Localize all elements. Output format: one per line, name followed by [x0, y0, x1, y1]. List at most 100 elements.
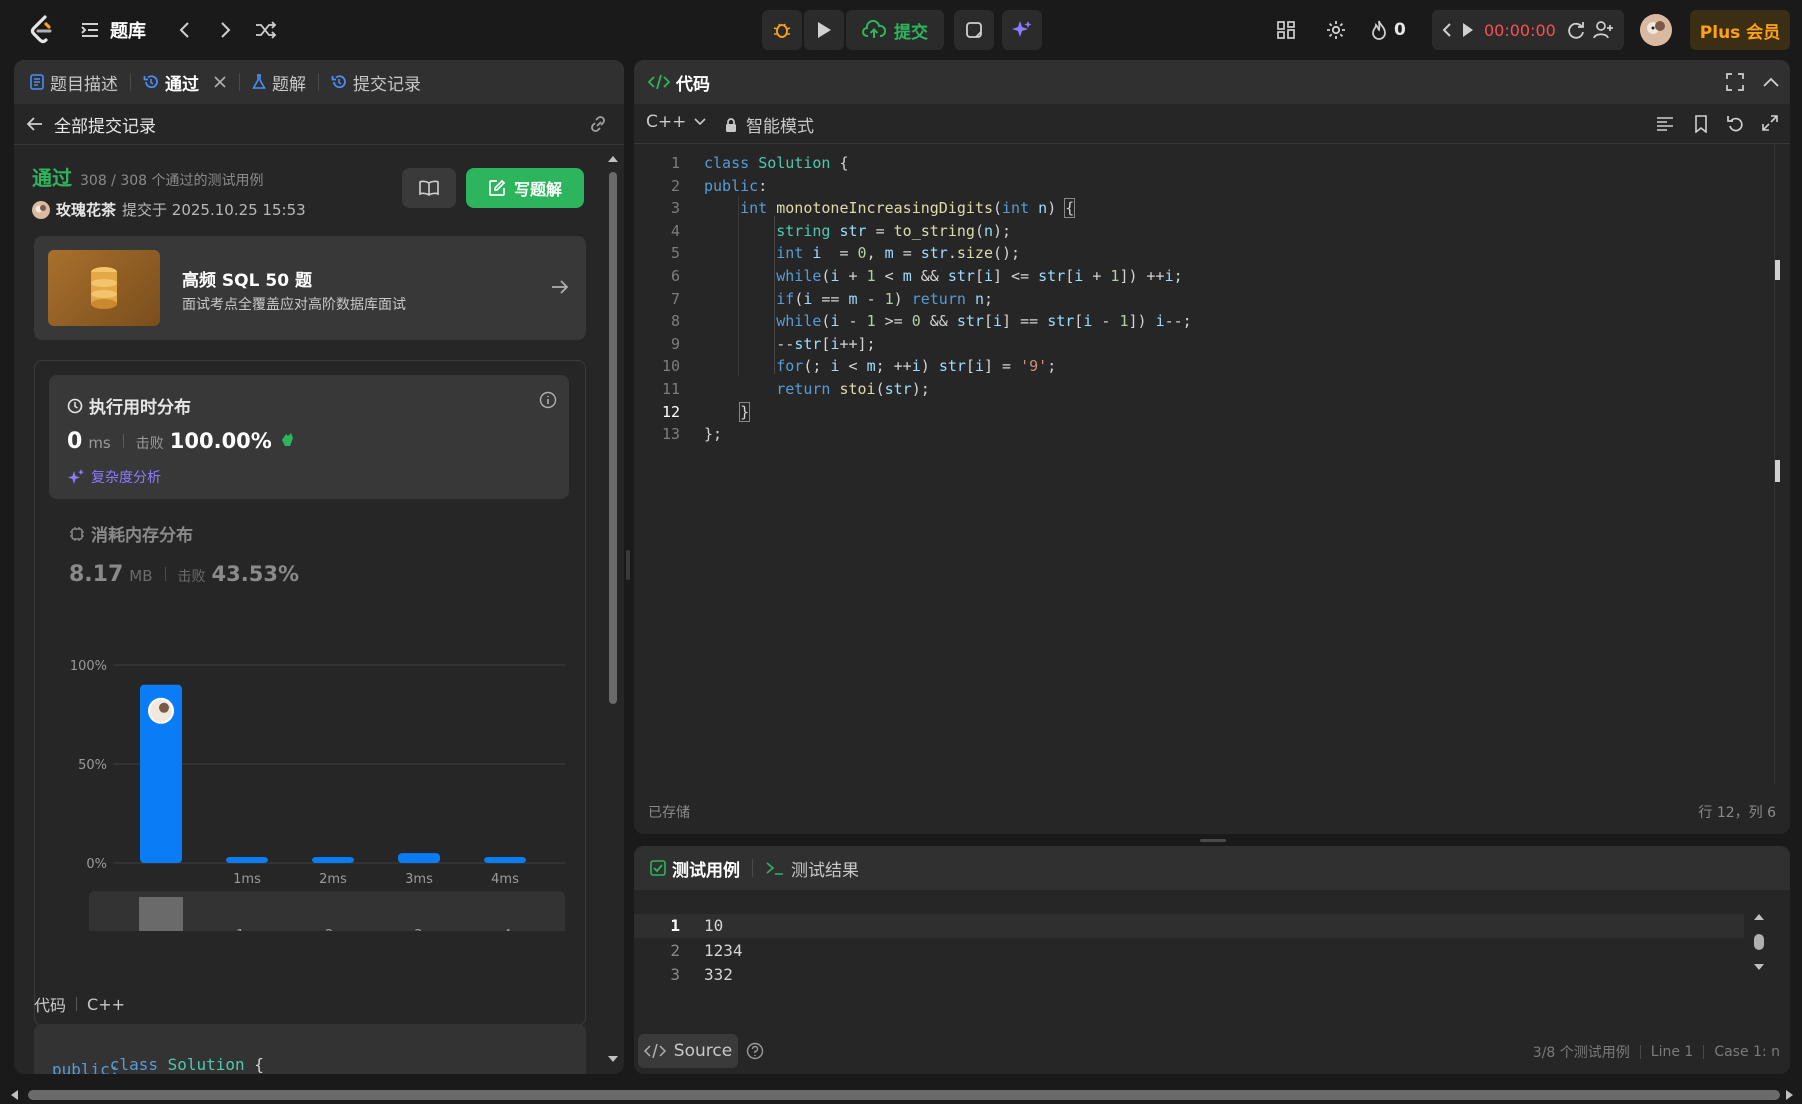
tab-testcases[interactable]: 测试用例 — [638, 846, 752, 890]
code-preview: class Solution { public: — [34, 1024, 586, 1074]
invite-button[interactable] — [1584, 10, 1624, 50]
problemset-label: 题库 — [110, 21, 146, 42]
fullscreen-icon[interactable] — [1726, 73, 1744, 91]
performance-card: 执行用时分布 0 ms 击败 100.00% 复杂度分析 消耗内存分布 8.17… — [34, 360, 586, 1026]
undo-icon[interactable] — [1726, 114, 1744, 132]
scroll-thumb[interactable] — [609, 172, 617, 704]
back-to-submissions[interactable]: 全部提交记录 — [26, 112, 156, 137]
promo-subtitle: 面试考点全覆盖应对高阶数据库面试 — [182, 297, 406, 313]
add-user-icon — [1593, 21, 1613, 39]
layout-button[interactable] — [1268, 10, 1304, 50]
runtime-beats-label: 击败 — [135, 436, 164, 452]
bug-icon — [773, 23, 791, 38]
plus-membership-button[interactable]: Plus 会员 — [1690, 10, 1790, 50]
scroll-down-icon[interactable] — [606, 1054, 620, 1064]
code-line: for(; i < m; ++i) str[i] = '9'; — [776, 357, 1057, 376]
share-link-icon[interactable] — [588, 114, 610, 134]
scroll-down-icon[interactable] — [1752, 962, 1766, 972]
cursor-position: 行 12，列 6 — [1698, 805, 1776, 821]
username[interactable]: 玫瑰花茶 — [56, 199, 116, 220]
play-icon — [1463, 23, 1473, 37]
write-solution-button[interactable]: 写题解 — [466, 168, 584, 208]
line-number: 3 — [670, 199, 680, 218]
scroll-right-icon[interactable] — [1784, 1088, 1796, 1102]
run-button[interactable] — [804, 10, 844, 50]
user-marker-hair — [159, 702, 169, 713]
language-select[interactable]: C++ — [646, 112, 706, 132]
smart-mode-toggle[interactable]: 智能模式 — [724, 112, 814, 137]
code-keyword: public: — [52, 1060, 120, 1074]
smart-mode-label: 智能模式 — [746, 117, 814, 137]
prev-problem-button[interactable] — [166, 10, 202, 50]
clock-icon — [67, 398, 83, 413]
x-tick-label: 1ms — [233, 872, 261, 887]
source-button[interactable]: Source — [638, 1034, 738, 1068]
user-avatar-icon — [1640, 14, 1672, 46]
runtime-value: 0 — [67, 429, 83, 454]
promo-card[interactable]: 高频 SQL 50 题 面试考点全覆盖应对高阶数据库面试 — [34, 236, 586, 340]
testcase-footer-info: 3/8 个测试用例 Line 1 Case 1: n — [1533, 1042, 1780, 1062]
complexity-analysis-link[interactable]: 复杂度分析 — [67, 467, 161, 487]
code-editor-panel: 代码 C++ 智能模式 1 2 3 4 5 6 7 8 9 10 11 12 13 class Solu… — [634, 60, 1790, 834]
memory-title: 消耗内存分布 — [91, 526, 193, 546]
avatar[interactable] — [1640, 14, 1672, 46]
sparkle-icon — [1012, 21, 1032, 37]
cloud-upload-icon — [862, 20, 886, 38]
runtime-card[interactable]: 执行用时分布 0 ms 击败 100.00% 复杂度分析 — [49, 375, 569, 499]
scroll-thumb[interactable] — [1754, 934, 1764, 950]
notes-button[interactable] — [954, 10, 994, 50]
arrow-right-icon — [552, 280, 569, 294]
description-icon — [30, 74, 44, 90]
next-problem-button[interactable] — [208, 10, 244, 50]
tab-test-results[interactable]: 测试结果 — [753, 846, 871, 890]
stat-divider — [122, 434, 124, 448]
terminal-icon — [766, 862, 783, 875]
user-avatar-icon — [32, 200, 50, 219]
tab-solutions[interactable]: 题解 — [240, 60, 318, 104]
scroll-left-icon[interactable] — [8, 1088, 20, 1102]
view-editorial-button[interactable] — [402, 168, 456, 208]
horizontal-splitter[interactable] — [1200, 839, 1226, 842]
chart-bar — [312, 857, 354, 863]
testcase-line-number: 2 — [670, 940, 680, 960]
page-horizontal-scrollbar[interactable] — [0, 1086, 1802, 1104]
format-icon[interactable] — [1656, 116, 1674, 132]
tab-accepted-label: 通过 — [165, 74, 199, 95]
help-icon[interactable] — [746, 1042, 764, 1060]
runtime-distribution-chart[interactable]: 100% 50% 0% 1ms 2ms 3ms 4ms 1ms 2ms 3ms 4ms — [45, 651, 565, 931]
code-class-name: Solution — [167, 1055, 245, 1074]
debug-button[interactable] — [762, 10, 802, 50]
info-icon[interactable] — [539, 391, 557, 409]
testcase-editor[interactable]: 1 10 2 1234 3 332 — [634, 914, 1750, 990]
expand-icon[interactable] — [1762, 115, 1778, 131]
tab-submissions[interactable]: 提交记录 — [319, 60, 433, 104]
testcase-scrollbar[interactable] — [1752, 912, 1768, 972]
left-scrollbar[interactable] — [606, 154, 620, 1066]
close-icon[interactable] — [213, 75, 227, 89]
bookmark-icon[interactable] — [1694, 115, 1708, 133]
problemset-button[interactable]: 题库 — [80, 10, 146, 50]
settings-button[interactable] — [1318, 10, 1354, 50]
memory-section[interactable]: 消耗内存分布 8.17 MB 击败 43.53% — [69, 521, 299, 587]
scroll-up-icon[interactable] — [606, 154, 620, 164]
submit-button[interactable]: 提交 — [846, 10, 944, 50]
x-tick-label: 4ms — [491, 872, 519, 887]
horizontal-scroll-thumb[interactable] — [28, 1090, 1780, 1100]
ai-assist-button[interactable] — [1002, 10, 1042, 50]
testcase-line: Line 1 — [1650, 1044, 1694, 1060]
minimap-window — [139, 897, 183, 931]
minimap-tick-label: 4ms — [503, 928, 531, 931]
chevron-up-icon[interactable] — [1762, 76, 1780, 88]
scroll-up-icon[interactable] — [1752, 912, 1766, 922]
tab-description[interactable]: 题目描述 — [18, 60, 130, 104]
streak-counter[interactable]: 0 — [1370, 10, 1406, 50]
lock-icon — [726, 117, 736, 132]
code-area[interactable]: 1 2 3 4 5 6 7 8 9 10 11 12 13 class Solution { publi… — [634, 154, 1780, 734]
vertical-splitter[interactable] — [626, 550, 630, 580]
code-line: int i = 0, m = str.size(); — [776, 244, 1021, 263]
footer-divider — [1703, 1045, 1705, 1059]
random-problem-button[interactable] — [248, 10, 284, 50]
tab-accepted[interactable]: 通过 — [131, 60, 239, 104]
result-label: 通过 — [32, 166, 72, 190]
leetcode-logo[interactable] — [24, 10, 60, 50]
